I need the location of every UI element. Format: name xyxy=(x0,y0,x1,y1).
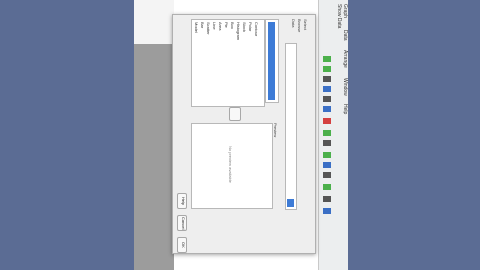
tool-blue-icon[interactable] xyxy=(323,208,331,214)
track-selected[interactable] xyxy=(287,199,294,207)
header-browse: Browse xyxy=(297,19,302,33)
desktop-left xyxy=(0,0,134,270)
data-track[interactable] xyxy=(285,43,297,210)
list-item[interactable]: Stock xyxy=(242,22,247,32)
desktop-right xyxy=(348,0,480,270)
list-item[interactable]: Histogram xyxy=(236,22,241,40)
list-item[interactable]: Pie xyxy=(224,22,229,28)
tool-green-icon[interactable] xyxy=(323,56,331,62)
tool-dark-icon[interactable] xyxy=(323,96,331,102)
menu-help[interactable]: Help xyxy=(342,104,348,114)
tool-red-icon[interactable] xyxy=(323,118,331,124)
list-item[interactable]: Scatter xyxy=(206,22,211,35)
header-data: Data xyxy=(291,19,296,28)
preview-placeholder: No preview available xyxy=(228,146,233,183)
toolbar-strip: Show Data Graph Data Arrange Window Help xyxy=(318,0,348,270)
tool-green-icon[interactable] xyxy=(323,152,331,158)
tool-blue-icon[interactable] xyxy=(323,106,331,112)
cancel-button[interactable]: Cancel xyxy=(177,215,187,231)
tool-dark-icon[interactable] xyxy=(323,76,331,82)
document-margin-top xyxy=(134,0,174,44)
tool-dark-icon[interactable] xyxy=(323,196,331,202)
tool-green-icon[interactable] xyxy=(323,184,331,190)
menu-data[interactable]: Data xyxy=(342,30,348,41)
dialog: Select Browse Data Model Bar Scatter Lin… xyxy=(172,14,316,254)
list-item[interactable]: Bar xyxy=(200,22,205,28)
ok-button[interactable]: OK xyxy=(177,237,187,253)
list-item-selected[interactable] xyxy=(268,22,275,100)
list-item[interactable]: Contour xyxy=(254,22,259,36)
list-item[interactable]: Box xyxy=(230,22,235,29)
tool-dark-icon[interactable] xyxy=(323,140,331,146)
tool-green-icon[interactable] xyxy=(323,130,331,136)
list-item[interactable]: Model xyxy=(194,22,199,33)
type-list[interactable] xyxy=(265,19,279,103)
items-panel: Model Bar Scatter Line Area Pie Box Hist… xyxy=(191,19,265,107)
preview-panel: No preview available xyxy=(191,123,273,209)
preview-label: Preview xyxy=(273,123,278,138)
tool-green-icon[interactable] xyxy=(323,66,331,72)
header-select: Select xyxy=(303,19,308,31)
menu-window[interactable]: Window xyxy=(342,78,348,96)
list-item[interactable]: Line xyxy=(212,22,217,30)
tool-blue-icon[interactable] xyxy=(323,86,331,92)
tool-blue-icon[interactable] xyxy=(323,162,331,168)
menu-graph[interactable]: Graph xyxy=(342,4,348,18)
list-item[interactable]: Polar xyxy=(248,22,253,31)
document-margin xyxy=(134,44,174,270)
menu-arrange[interactable]: Arrange xyxy=(342,50,348,68)
tool-dark-icon[interactable] xyxy=(323,172,331,178)
swap-button[interactable] xyxy=(229,107,241,121)
help-button[interactable]: Help xyxy=(177,193,187,209)
list-item[interactable]: Area xyxy=(218,22,223,30)
